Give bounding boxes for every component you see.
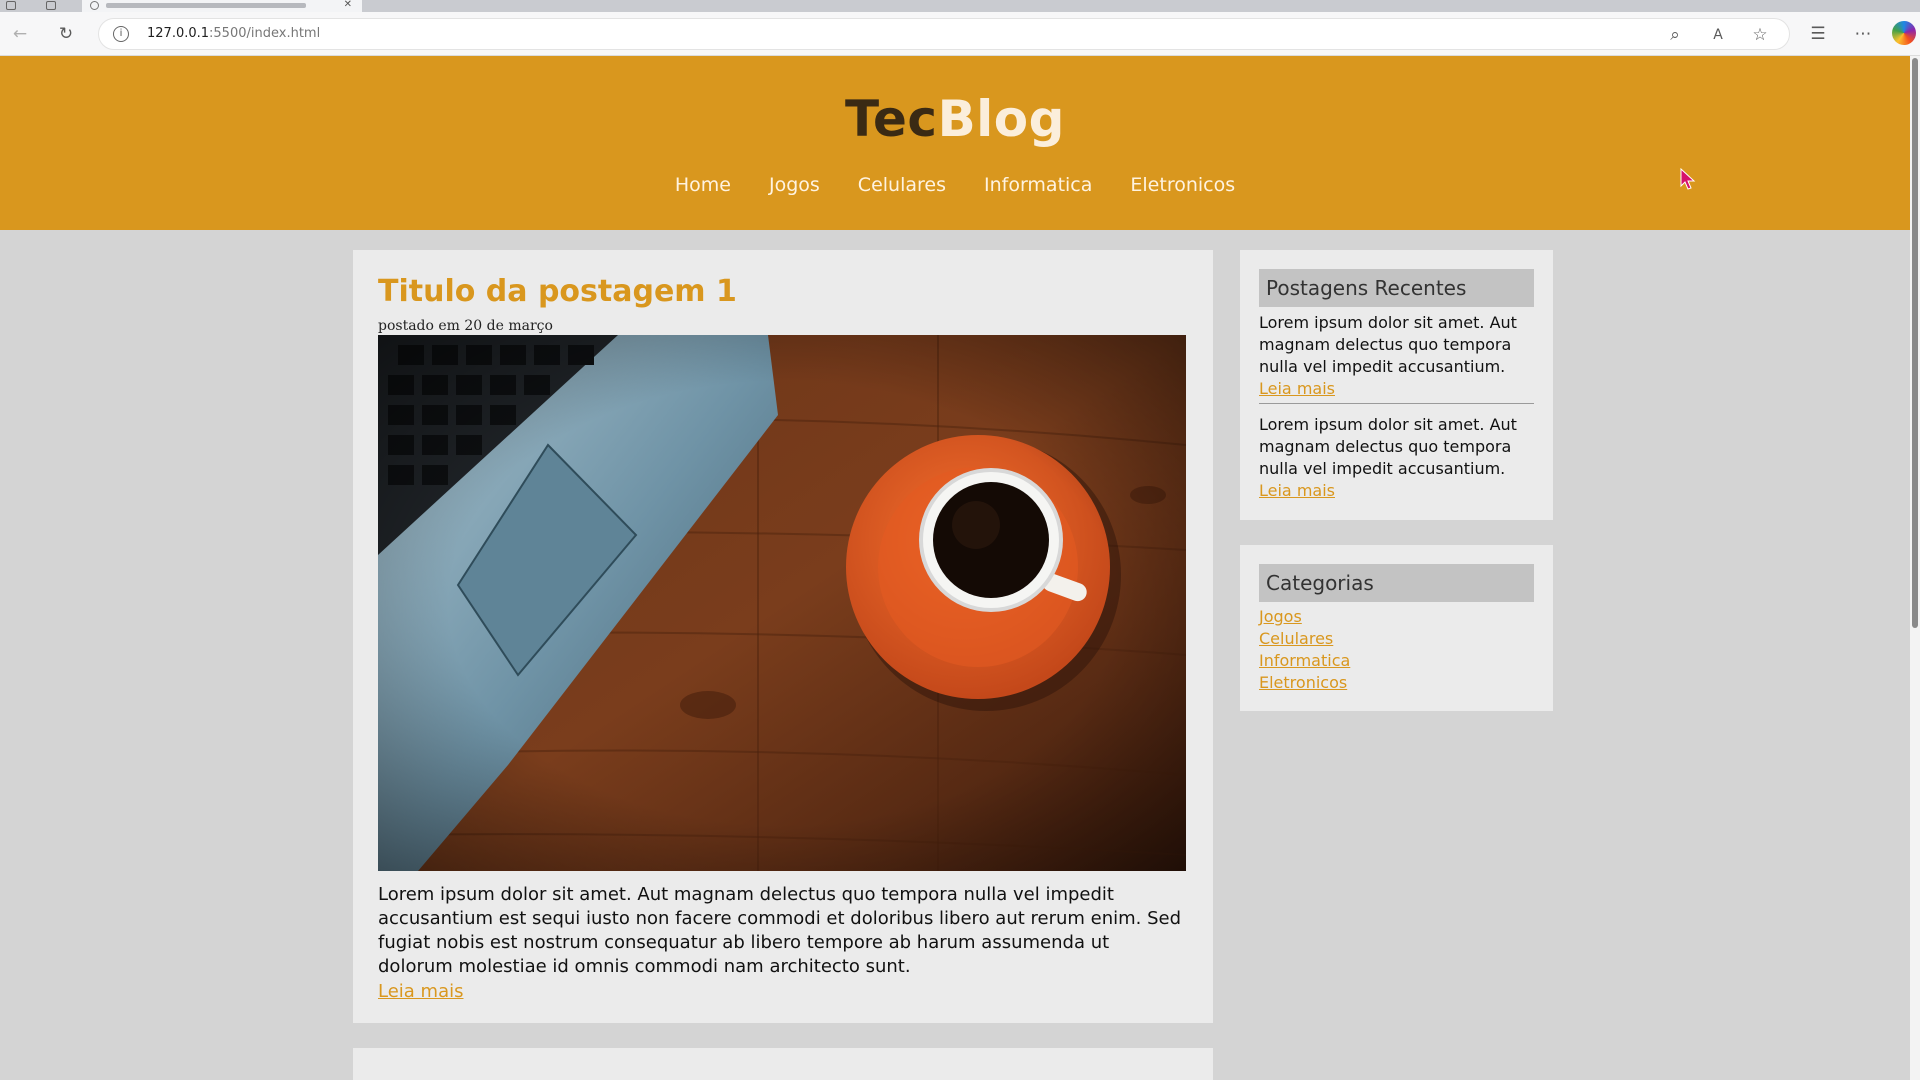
copilot-icon[interactable]: [1892, 21, 1916, 45]
tab-close-icon[interactable]: ✕: [344, 0, 352, 10]
categories-list: Jogos Celulares Informatica Eletronicos: [1259, 606, 1350, 694]
url-host: 127.0.0.1: [147, 26, 210, 41]
mouse-cursor-icon: [1680, 168, 1696, 190]
post-image: [378, 335, 1186, 871]
tab-favicon-icon: [90, 1, 99, 10]
next-post-card: [353, 1048, 1213, 1080]
category-link-celulares[interactable]: Celulares: [1259, 628, 1350, 650]
logo-blog: Blog: [937, 90, 1065, 148]
page-viewport: TecBlog Home Jogos Celulares Informatica…: [0, 56, 1910, 1080]
read-aloud-icon[interactable]: A: [1706, 23, 1730, 47]
nav-eletronicos[interactable]: Eletronicos: [1130, 174, 1235, 196]
post-title[interactable]: Titulo da postagem 1: [378, 274, 737, 309]
favorite-star-icon[interactable]: ☆: [1748, 23, 1772, 47]
reload-icon[interactable]: ↻: [54, 22, 78, 46]
scrollbar-thumb[interactable]: [1912, 58, 1918, 628]
post-date: postado em 20 de março: [378, 318, 553, 334]
address-url[interactable]: 127.0.0.1:5500/index.html: [147, 26, 320, 41]
site-logo: TecBlog: [0, 90, 1910, 148]
window-icon[interactable]: [6, 1, 16, 10]
post-card: Titulo da postagem 1 postado em 20 de ma…: [353, 250, 1213, 1023]
post-excerpt: Lorem ipsum dolor sit amet. Aut magnam d…: [378, 884, 1182, 977]
recent-posts-widget: Postagens Recentes Lorem ipsum dolor sit…: [1240, 250, 1553, 520]
recent-post-read-more-link[interactable]: Leia mais: [1259, 481, 1335, 500]
favorites-bar-icon[interactable]: ☰: [1806, 22, 1830, 46]
tab-actions-icon[interactable]: [46, 1, 56, 10]
zoom-icon[interactable]: ⌕: [1663, 23, 1687, 47]
nav-informatica[interactable]: Informatica: [984, 174, 1092, 196]
tab-title: [106, 3, 306, 8]
address-bar[interactable]: i 127.0.0.1:5500/index.html ⌕ A ☆: [98, 18, 1790, 50]
laptop-coffee-photo: [378, 335, 1186, 871]
recent-divider: [1259, 403, 1534, 404]
site-info-icon[interactable]: i: [113, 26, 129, 42]
categories-heading: Categorias: [1259, 564, 1534, 602]
page-scrollbar[interactable]: [1910, 56, 1920, 1080]
recent-post-read-more-link[interactable]: Leia mais: [1259, 379, 1335, 398]
post-read-more-link[interactable]: Leia mais: [378, 981, 463, 1002]
nav-home[interactable]: Home: [675, 174, 731, 196]
url-path: :5500/index.html: [209, 26, 321, 41]
main-nav: Home Jogos Celulares Informatica Eletron…: [0, 174, 1910, 196]
category-link-eletronicos[interactable]: Eletronicos: [1259, 672, 1350, 694]
recent-post-item: Lorem ipsum dolor sit amet. Aut magnam d…: [1259, 414, 1535, 502]
tab-strip: ✕: [0, 0, 1920, 12]
recent-posts-heading: Postagens Recentes: [1259, 269, 1534, 307]
recent-post-text: Lorem ipsum dolor sit amet. Aut magnam d…: [1259, 415, 1517, 478]
browser-toolbar: ← ↻ i 127.0.0.1:5500/index.html ⌕ A ☆ ☰ …: [0, 12, 1920, 56]
categories-widget: Categorias Jogos Celulares Informatica E…: [1240, 545, 1553, 711]
recent-post-item: Lorem ipsum dolor sit amet. Aut magnam d…: [1259, 312, 1535, 400]
browser-tab[interactable]: ✕: [82, 0, 362, 12]
category-link-informatica[interactable]: Informatica: [1259, 650, 1350, 672]
back-icon[interactable]: ←: [8, 22, 32, 46]
site-header: TecBlog Home Jogos Celulares Informatica…: [0, 56, 1910, 230]
category-link-jogos[interactable]: Jogos: [1259, 606, 1350, 628]
more-menu-icon[interactable]: ⋯: [1851, 22, 1875, 46]
nav-celulares[interactable]: Celulares: [858, 174, 946, 196]
logo-tec: Tec: [845, 90, 938, 148]
nav-jogos[interactable]: Jogos: [769, 174, 820, 196]
recent-post-text: Lorem ipsum dolor sit amet. Aut magnam d…: [1259, 313, 1517, 376]
